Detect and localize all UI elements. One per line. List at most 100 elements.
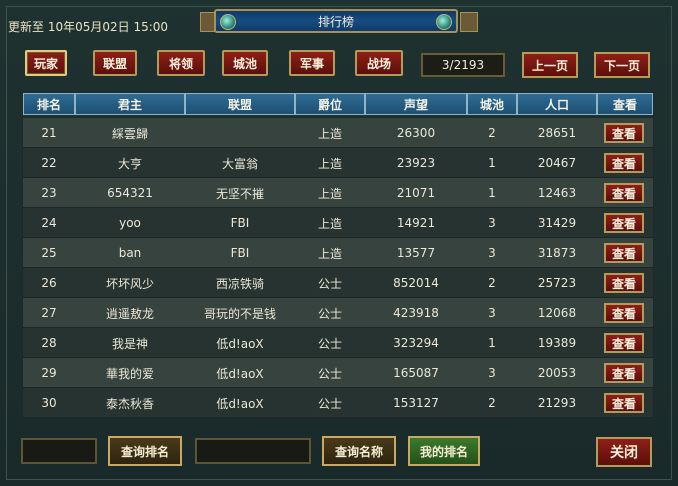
- cell-title: 上造: [317, 216, 342, 231]
- table-row: 25 ban FBI 上造 13577 3 31873 查看: [23, 238, 653, 268]
- column-header-population: 人口: [517, 93, 597, 115]
- cell-rank: 24: [41, 216, 57, 230]
- table-row: 26 坏坏风少 西凉铁骑 公士 852014 2 25723 查看: [23, 268, 653, 298]
- cell-alliance: 大富翁: [221, 156, 258, 171]
- tab-cities[interactable]: 城池: [222, 50, 268, 76]
- cell-cities: 3: [488, 366, 496, 380]
- cell-alliance: FBI: [230, 216, 250, 230]
- cell-rank: 25: [41, 246, 57, 260]
- cell-population: 20467: [537, 156, 577, 170]
- column-header-prestige: 声望: [365, 93, 467, 115]
- column-header-rank: 排名: [23, 93, 75, 115]
- cell-lord: 華我的爱: [105, 366, 154, 381]
- gem-icon: [436, 14, 452, 30]
- cell-prestige: 423918: [393, 306, 439, 320]
- cell-lord: 我是神: [111, 336, 148, 351]
- view-button[interactable]: 查看: [604, 213, 644, 233]
- cell-population: 31429: [537, 216, 577, 230]
- table-row: 27 逍遥敖龙 哥玩的不是钱 公士 423918 3 12068 查看: [23, 298, 653, 328]
- cell-rank: 29: [41, 366, 57, 380]
- cell-population: 12463: [537, 186, 577, 200]
- ranking-table: 排名 君主 联盟 爵位 声望 城池 人口 查看 21 綵雲歸 上造 26300 2 286…: [22, 92, 654, 421]
- query-name-button[interactable]: 查询名称: [322, 436, 396, 466]
- cell-population: 25723: [537, 276, 577, 290]
- cell-population: 20053: [537, 366, 577, 380]
- table-row: 22 大亨 大富翁 上造 23923 1 20467 查看: [23, 148, 653, 178]
- cell-prestige: 23923: [396, 156, 436, 170]
- tab-alliances[interactable]: 联盟: [93, 50, 137, 76]
- column-header-title: 爵位: [295, 93, 365, 115]
- cell-lord: ban: [118, 246, 142, 260]
- query-rank-button[interactable]: 查询排名: [108, 436, 182, 466]
- column-header-cities: 城池: [467, 93, 517, 115]
- view-button[interactable]: 查看: [604, 153, 644, 173]
- view-button[interactable]: 查看: [604, 393, 644, 413]
- table-row: 30 泰杰秋香 低d!aoX 公士 153127 2 21293 查看: [23, 388, 653, 418]
- cell-rank: 26: [41, 276, 57, 290]
- title-cap-right: [460, 12, 478, 32]
- cell-prestige: 153127: [393, 396, 439, 410]
- prev-page-button[interactable]: 上一页: [522, 52, 578, 78]
- cell-title: 上造: [317, 246, 342, 261]
- name-search-input[interactable]: [195, 438, 311, 464]
- gem-icon: [220, 14, 236, 30]
- tab-generals[interactable]: 将领: [157, 50, 205, 76]
- my-rank-button[interactable]: 我的排名: [408, 436, 480, 466]
- table-row: 28 我是神 低d!aoX 公士 323294 1 19389 查看: [23, 328, 653, 358]
- cell-title: 公士: [317, 396, 342, 411]
- cell-title: 公士: [317, 276, 342, 291]
- page-indicator: 3/2193: [421, 53, 505, 77]
- cell-alliance: FBI: [230, 246, 250, 260]
- window-title: 排行榜: [317, 14, 354, 29]
- update-label: 更新至: [8, 20, 45, 34]
- table-row: 24 yoo FBI 上造 14921 3 31429 查看: [23, 208, 653, 238]
- table-row: 23 654321 无坚不摧 上造 21071 1 12463 查看: [23, 178, 653, 208]
- cell-cities: 2: [488, 126, 496, 140]
- column-header-lord: 君主: [75, 93, 185, 115]
- cell-lord: yoo: [119, 216, 141, 230]
- view-button[interactable]: 查看: [604, 123, 644, 143]
- cell-alliance: 低d!aoX: [216, 336, 264, 351]
- update-datetime: 10年05月02日 15:00: [47, 20, 169, 34]
- cell-population: 12068: [537, 306, 577, 320]
- close-button[interactable]: 关闭: [596, 437, 652, 467]
- cell-cities: 3: [488, 306, 496, 320]
- cell-population: 19389: [537, 336, 577, 350]
- cell-alliance: 低d!aoX: [216, 366, 264, 381]
- view-button[interactable]: 查看: [604, 243, 644, 263]
- view-button[interactable]: 查看: [604, 303, 644, 323]
- cell-lord: 坏坏风少: [105, 276, 154, 291]
- column-header-view: 查看: [597, 93, 653, 115]
- view-button[interactable]: 查看: [604, 183, 644, 203]
- view-button[interactable]: 查看: [604, 273, 644, 293]
- view-button[interactable]: 查看: [604, 363, 644, 383]
- cell-rank: 22: [41, 156, 57, 170]
- rank-search-input[interactable]: [21, 438, 97, 464]
- cell-rank: 30: [41, 396, 57, 410]
- tab-battlefield[interactable]: 战场: [355, 50, 403, 76]
- cell-cities: 3: [488, 246, 496, 260]
- cell-title: 上造: [317, 186, 342, 201]
- cell-prestige: 21071: [396, 186, 436, 200]
- cell-lord: 逍遥敖龙: [105, 306, 154, 321]
- cell-rank: 21: [41, 126, 57, 140]
- cell-prestige: 323294: [393, 336, 439, 350]
- cell-alliance: 无坚不摧: [215, 186, 264, 201]
- cell-rank: 28: [41, 336, 57, 350]
- view-button[interactable]: 查看: [604, 333, 644, 353]
- cell-lord: 654321: [107, 186, 153, 200]
- cell-alliance: 哥玩的不是钱: [203, 306, 276, 321]
- cell-population: 31873: [537, 246, 577, 260]
- cell-prestige: 852014: [393, 276, 439, 290]
- cell-lord: 大亨: [117, 156, 142, 171]
- table-row: 29 華我的爱 低d!aoX 公士 165087 3 20053 查看: [23, 358, 653, 388]
- next-page-button[interactable]: 下一页: [594, 52, 650, 78]
- cell-lord: 泰杰秋香: [105, 396, 154, 411]
- cell-prestige: 14921: [396, 216, 436, 230]
- cell-lord: 綵雲歸: [111, 126, 148, 141]
- cell-population: 21293: [537, 396, 577, 410]
- table-row: 21 綵雲歸 上造 26300 2 28651 查看: [23, 118, 653, 148]
- tab-military[interactable]: 军事: [289, 50, 335, 76]
- table-header: 排名 君主 联盟 爵位 声望 城池 人口 查看: [23, 93, 653, 115]
- tab-players[interactable]: 玩家: [25, 50, 67, 76]
